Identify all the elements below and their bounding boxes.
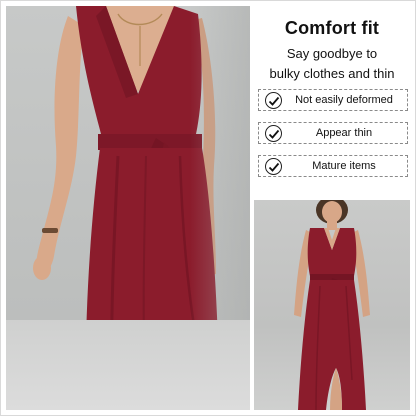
product-photo-secondary	[254, 200, 410, 410]
checkmark-circle-icon	[265, 92, 282, 109]
product-photo-main	[6, 6, 250, 410]
checkmark-circle-icon	[265, 158, 282, 175]
feature-box-not-easily-deformed: Not easily deformed	[258, 89, 408, 111]
feature-box-appear-thin: Appear thin	[258, 122, 408, 144]
dress-illustration-secondary	[294, 200, 370, 410]
floor	[6, 320, 250, 410]
panel-title: Comfort fit	[284, 18, 380, 38]
panel-subtitle-line1: Say goodbye to	[286, 46, 378, 61]
feature-box-mature-items: Mature items	[258, 155, 408, 177]
feature-label: Not easily deformed	[295, 94, 393, 106]
feature-label: Mature items	[312, 160, 376, 172]
panel-subtitle-line2: bulky clothes and thin	[269, 66, 395, 81]
feature-label: Appear thin	[315, 127, 373, 139]
info-panel: Comfort fit Say goodbye to bulky clothes…	[254, 6, 410, 196]
checkmark-circle-icon	[265, 125, 282, 142]
